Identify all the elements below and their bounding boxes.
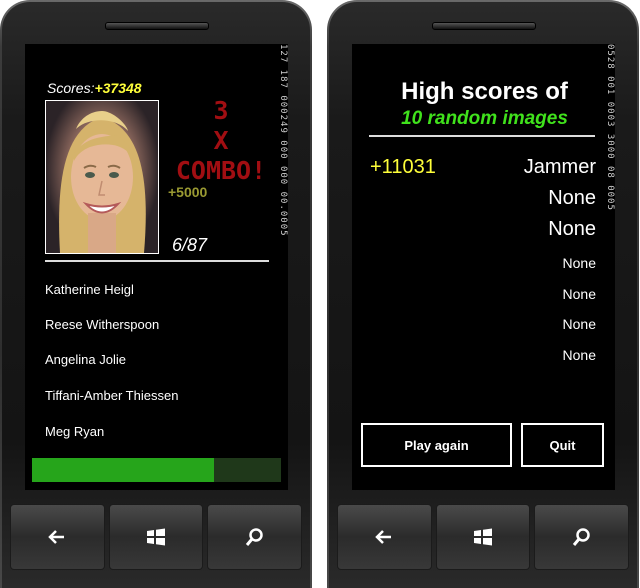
- score-name: None: [562, 255, 596, 271]
- divider: [45, 260, 269, 262]
- combo-bonus-points: +5000: [168, 184, 208, 200]
- page-title: High scores of: [401, 78, 568, 105]
- highscore-row: None: [370, 316, 596, 334]
- back-button[interactable]: [10, 504, 105, 570]
- scores-label: Scores:: [47, 80, 95, 96]
- search-icon: [245, 528, 263, 546]
- timer-bar-fill: [32, 458, 214, 482]
- highscore-row: None: [370, 218, 596, 242]
- score-name: None: [562, 316, 596, 332]
- start-button[interactable]: [435, 504, 531, 570]
- quit-button[interactable]: Quit: [521, 423, 604, 467]
- back-arrow-icon: [375, 530, 392, 544]
- search-button[interactable]: [534, 504, 630, 570]
- score-name: None: [548, 187, 596, 209]
- system-tray: 127 187 000249 000 000 00.0005: [278, 44, 288, 237]
- windows-logo-icon: [474, 528, 492, 546]
- combo-count: 3: [213, 96, 229, 125]
- earpiece-speaker: [105, 22, 209, 30]
- combo-multiplier: X: [213, 126, 229, 155]
- highscore-row: None: [370, 286, 596, 304]
- start-button[interactable]: [108, 504, 204, 570]
- play-again-button[interactable]: Play again: [361, 423, 512, 467]
- answer-option[interactable]: Reese Witherspoon: [45, 307, 275, 342]
- answer-option[interactable]: Meg Ryan: [45, 414, 275, 449]
- earpiece-speaker: [432, 22, 536, 30]
- score-name: None: [562, 286, 596, 302]
- answer-option[interactable]: Tiffani-Amber Thiessen: [45, 377, 275, 414]
- page-subtitle: 10 random images: [401, 108, 568, 129]
- quiz-screen: 127 187 000249 000 000 00.0005 Scores:+3…: [25, 44, 288, 490]
- back-button[interactable]: [337, 504, 432, 570]
- highscore-screen: 0528 001 0003 3000 08 0005 High scores o…: [352, 44, 615, 490]
- divider: [369, 135, 595, 137]
- combo-indicator: 3 X COMBO!: [169, 96, 273, 186]
- windows-logo-icon: [147, 528, 165, 546]
- score-points: +11031: [370, 156, 436, 178]
- search-icon: [572, 528, 590, 546]
- highscore-row: None: [370, 255, 596, 273]
- system-tray: 0528 001 0003 3000 08 0005: [605, 44, 615, 211]
- score-name: None: [548, 218, 596, 240]
- answer-option[interactable]: Angelina Jolie: [45, 342, 275, 377]
- celebrity-portrait: [45, 100, 159, 254]
- highscore-row: +11031 Jammer: [370, 156, 596, 180]
- combo-text: COMBO!: [175, 156, 267, 185]
- score-name: None: [562, 347, 596, 363]
- score-display: Scores:+37348: [47, 80, 142, 96]
- answer-option[interactable]: Katherine Heigl: [45, 272, 275, 307]
- hardware-buttons: [335, 504, 631, 570]
- timer-bar: [32, 458, 281, 482]
- search-button[interactable]: [207, 504, 303, 570]
- back-arrow-icon: [48, 530, 65, 544]
- hardware-buttons: [8, 504, 304, 570]
- phone-right: 0528 001 0003 3000 08 0005 High scores o…: [327, 0, 639, 588]
- scores-value: +37348: [94, 80, 142, 96]
- question-progress: 6/87: [172, 235, 208, 255]
- phone-left: 127 187 000249 000 000 00.0005 Scores:+3…: [0, 0, 312, 588]
- highscore-row: None: [370, 347, 596, 365]
- highscore-row: None: [370, 187, 596, 211]
- answer-list: Katherine Heigl Reese Witherspoon Angeli…: [45, 272, 275, 449]
- portrait-face-icon: [59, 111, 146, 253]
- score-name: Jammer: [523, 156, 596, 178]
